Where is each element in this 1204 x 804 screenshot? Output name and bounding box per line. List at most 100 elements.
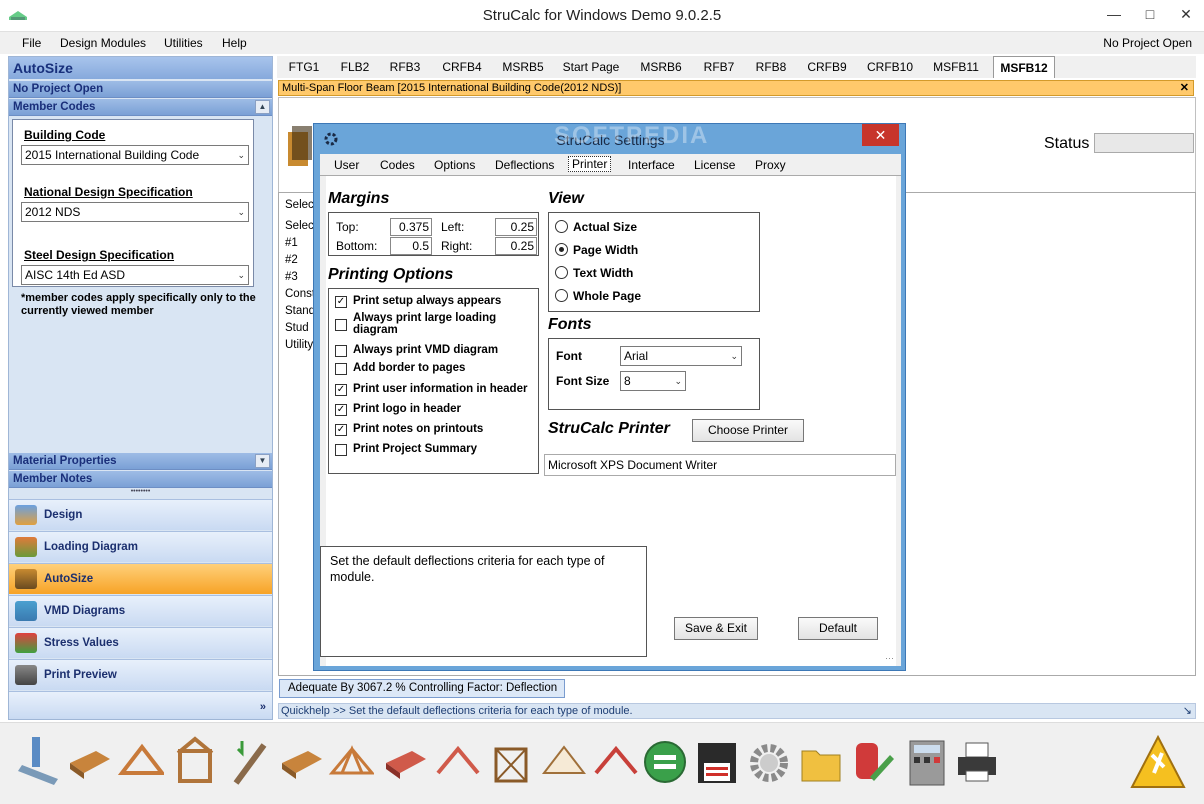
frame-module-icon[interactable] [172,733,218,791]
close-button[interactable]: ✕ [1168,0,1204,28]
resize-grip-icon[interactable]: ⋯ [885,653,894,664]
top-margin-input[interactable]: 0.375 [390,218,432,236]
checkbox-notes[interactable]: ✓ [335,424,347,436]
radio-whole-page[interactable] [555,289,568,302]
font-select[interactable]: Arial ⌄ [620,346,742,366]
building-code-label: Building Code [24,128,106,142]
chevron-up-icon[interactable]: ▲ [255,100,270,114]
tab-flb2[interactable]: FLB2 [335,56,375,78]
tab-msrb6[interactable]: MSRB6 [637,56,685,78]
save-exit-button[interactable]: Save & Exit [674,617,758,640]
building-code-value: 2015 International Building Code [25,148,200,162]
chevron-down-icon[interactable]: ▼ [255,454,270,468]
tab-ftg1[interactable]: FTG1 [283,56,325,78]
save-icon[interactable] [694,733,740,791]
tab-msfb12[interactable]: MSFB12 [993,56,1055,78]
menu-design-modules[interactable]: Design Modules [60,36,146,50]
nav-design[interactable]: Design [9,499,272,530]
edit-icon[interactable] [850,733,896,791]
autosize-logo-icon [288,126,312,166]
warning-icon[interactable] [1128,733,1188,791]
checkbox-logo[interactable]: ✓ [335,404,347,416]
radio-actual-size[interactable] [555,220,568,233]
font-size-select[interactable]: 8 ⌄ [620,371,686,391]
font-size-label: Font Size [556,374,610,388]
right-margin-input[interactable]: 0.25 [495,237,537,255]
tab-options[interactable]: Options [434,158,475,172]
tab-user[interactable]: User [334,158,359,172]
material-properties-header[interactable]: Material Properties ▼ [9,453,272,470]
member-notes-header[interactable]: Member Notes [9,471,272,488]
left-margin-input[interactable]: 0.25 [495,218,537,236]
truss-module-icon[interactable] [328,733,374,791]
tab-rfb7[interactable]: RFB7 [699,56,739,78]
nav-stress-values[interactable]: Stress Values [9,627,272,658]
nav-print-preview[interactable]: Print Preview [9,659,272,690]
tab-crfb9[interactable]: CRFB9 [803,56,851,78]
checkbox-user-info[interactable]: ✓ [335,384,347,396]
post-frame-module-icon[interactable] [488,733,534,791]
tab-deflections[interactable]: Deflections [495,158,554,172]
tab-msrb5[interactable]: MSRB5 [499,56,547,78]
tab-crfb10[interactable]: CRFB10 [863,56,917,78]
radio-page-width[interactable] [555,243,568,256]
building-code-select[interactable]: 2015 International Building Code ⌄ [21,145,249,165]
checkbox-project-summary[interactable] [335,444,347,456]
tab-rfb3[interactable]: RFB3 [385,56,425,78]
menu-file[interactable]: File [22,36,41,50]
joist-module-icon[interactable] [278,733,324,791]
arch-module-icon[interactable] [592,733,638,791]
choose-printer-button[interactable]: Choose Printer [692,419,804,442]
equal-icon[interactable] [642,733,688,791]
checkbox-add-border[interactable] [335,363,347,375]
status-label: Status [1044,135,1090,152]
tab-interface[interactable]: Interface [628,158,675,172]
tab-crfb4[interactable]: CRFB4 [439,56,485,78]
fonts-heading: Fonts [548,316,592,333]
tab-rfb8[interactable]: RFB8 [751,56,791,78]
maximize-button[interactable]: □ [1132,0,1168,28]
tab-codes[interactable]: Codes [380,158,415,172]
dialog-close-button[interactable]: ✕ [862,124,899,146]
steel-select[interactable]: AISC 14th Ed ASD ⌄ [21,265,249,285]
nds-select[interactable]: 2012 NDS ⌄ [21,202,249,222]
rafter-module-icon[interactable] [434,733,480,791]
folder-icon[interactable] [798,733,844,791]
tab-proxy[interactable]: Proxy [755,158,786,172]
member-codes-header[interactable]: Member Codes ▲ [9,99,272,116]
checkbox-large-loading[interactable] [335,319,347,331]
printer-name-field: Microsoft XPS Document Writer [544,454,896,476]
bottom-margin-input[interactable]: 0.5 [390,237,432,255]
floor-beam-module-icon[interactable] [66,733,112,791]
resize-grip-icon[interactable]: ↘ [1183,704,1192,718]
nav-vmd-diagrams[interactable]: VMD Diagrams [9,595,272,626]
chevron-down-icon: ⌄ [237,270,245,280]
checkbox-print-setup[interactable]: ✓ [335,296,347,308]
default-button[interactable]: Default [798,617,878,640]
printer-icon[interactable] [954,733,1000,791]
nav-autosize[interactable]: AutoSize [9,563,272,594]
gear-icon[interactable] [746,733,792,791]
tab-msfb11[interactable]: MSFB11 [929,56,983,78]
minimize-button[interactable]: — [1096,0,1132,28]
column-module-icon[interactable] [14,733,60,791]
checkbox-vmd-diagram[interactable] [335,345,347,357]
hip-module-icon[interactable] [540,733,586,791]
chevron-double-down-icon[interactable]: » [260,692,266,723]
calculator-icon[interactable] [904,733,950,791]
close-icon[interactable]: ✕ [1180,81,1189,95]
splitter-handle[interactable]: •••••••• [9,488,272,497]
menu-help[interactable]: Help [222,36,247,50]
tab-license[interactable]: License [694,158,735,172]
radio-text-width[interactable] [555,266,568,279]
tab-start-page[interactable]: Start Page [561,56,621,78]
module-toolbar [0,722,1204,804]
menu-utilities[interactable]: Utilities [164,36,203,50]
dialog-title-bar[interactable]: StruCalc Settings SOFTPEDIA ✕ [314,122,907,154]
nav-loading-diagram[interactable]: Loading Diagram [9,531,272,562]
header-module-icon[interactable] [382,733,428,791]
roof-beam-module-icon[interactable] [118,733,164,791]
tab-printer[interactable]: Printer [568,156,612,172]
nav-more[interactable]: » [9,691,272,719]
steel-beam-module-icon[interactable] [228,733,274,791]
